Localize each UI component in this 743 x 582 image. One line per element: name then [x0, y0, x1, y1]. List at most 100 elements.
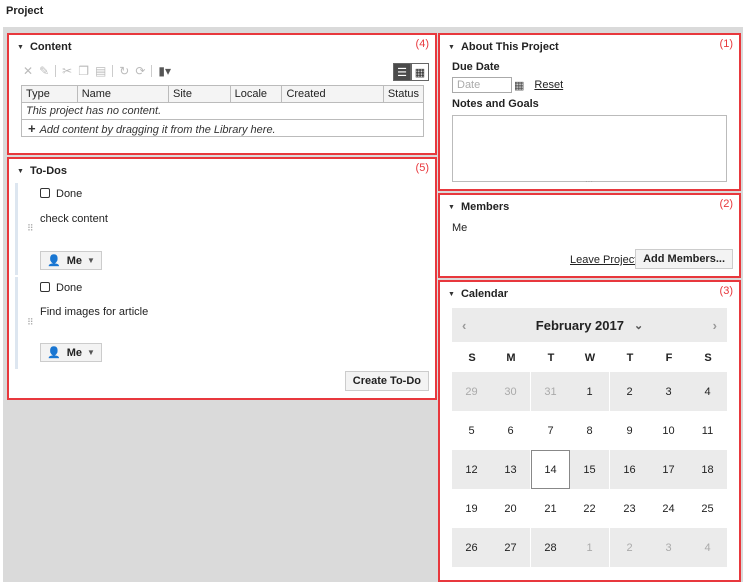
done-checkbox[interactable]: Done	[40, 282, 82, 294]
due-date-label: Due Date	[452, 61, 500, 73]
month-header: ‹ February 2017 ⌄ ›	[452, 308, 727, 342]
about-panel: ▼ About This Project (1) Due Date Date ▦…	[438, 33, 741, 191]
calendar-day[interactable]: 21	[531, 489, 570, 528]
chevron-down-icon: ▼	[86, 256, 95, 265]
resize-handle-icon[interactable]: ···	[585, 177, 593, 186]
calendar-day[interactable]: 15	[570, 450, 609, 489]
calendar-day[interactable]: 5	[452, 411, 491, 450]
new-content-icon[interactable]: ▮▾	[158, 64, 171, 78]
calendar-day[interactable]: 28	[531, 528, 570, 567]
collapse-caret-icon[interactable]: ▼	[448, 44, 455, 51]
calendar-day[interactable]: 6	[491, 411, 530, 450]
checkbox-icon[interactable]	[40, 188, 50, 198]
drag-handle-icon[interactable]: ⠿	[27, 317, 34, 328]
paste-icon[interactable]: ▤	[95, 64, 106, 78]
calendar-day[interactable]: 4	[688, 372, 727, 411]
calendar-day[interactable]: 23	[610, 489, 649, 528]
about-header[interactable]: ▼ About This Project	[442, 37, 737, 57]
calendar-day[interactable]: 30	[491, 372, 530, 411]
members-header[interactable]: ▼ Members	[442, 197, 737, 217]
copy-icon[interactable]: ❐	[78, 64, 89, 78]
column-header[interactable]: Name	[76, 85, 170, 103]
calendar-picker-icon[interactable]: ▦	[514, 79, 524, 92]
sync-all-icon[interactable]: ⟳	[135, 64, 145, 78]
collapse-caret-icon[interactable]: ▼	[448, 204, 455, 211]
calendar-day[interactable]: 13	[491, 450, 530, 489]
column-header[interactable]: Site	[168, 85, 231, 103]
grid-view-icon[interactable]: ▦	[411, 63, 429, 81]
calendar-day[interactable]: 17	[649, 450, 688, 489]
reset-link[interactable]: Reset	[534, 79, 563, 91]
calendar-day[interactable]: 8	[570, 411, 609, 450]
calendar-day[interactable]: 25	[688, 489, 727, 528]
calendar-day[interactable]: 3	[649, 372, 688, 411]
calendar-day[interactable]: 10	[649, 411, 688, 450]
todos-header[interactable]: ▼ To-Dos	[11, 161, 433, 181]
calendar-title: Calendar	[460, 288, 509, 300]
assignee-button[interactable]: 👤 Me ▼	[40, 343, 102, 362]
month-dropdown-icon[interactable]: ⌄	[634, 319, 643, 332]
list-view-icon[interactable]: ☰	[393, 63, 411, 81]
calendar-day[interactable]: 9	[610, 411, 649, 450]
calendar-day[interactable]: 29	[452, 372, 491, 411]
calendar-day[interactable]: 1	[570, 528, 609, 567]
plus-icon: +	[28, 120, 36, 136]
create-todo-button[interactable]: Create To-Do	[344, 371, 429, 391]
view-toggle: ☰ ▦	[393, 63, 429, 81]
calendar-day[interactable]: 26	[452, 528, 491, 567]
calendar-day[interactable]: 24	[649, 489, 688, 528]
member-item: Me	[452, 222, 468, 234]
collapse-caret-icon[interactable]: ▼	[17, 44, 24, 51]
calendar-day[interactable]: 14	[531, 450, 570, 489]
about-title: About This Project	[460, 41, 559, 53]
calendar-day[interactable]: 22	[570, 489, 609, 528]
checkbox-icon[interactable]	[40, 282, 50, 292]
calendar-day[interactable]: 18	[688, 450, 727, 489]
calendar-day[interactable]: 20	[491, 489, 530, 528]
column-header[interactable]: Type	[21, 85, 78, 103]
content-title: Content	[29, 41, 72, 53]
calendar-day[interactable]: 19	[452, 489, 491, 528]
prev-month-icon[interactable]: ‹	[462, 308, 466, 342]
calendar-day[interactable]: 11	[688, 411, 727, 450]
calendar-day[interactable]: 16	[610, 450, 649, 489]
month-label[interactable]: February 2017	[536, 318, 624, 333]
due-date-input[interactable]: Date	[452, 77, 512, 93]
calendar-day[interactable]: 3	[649, 528, 688, 567]
weekday-label: T	[626, 352, 634, 364]
calendar-day[interactable]: 31	[531, 372, 570, 411]
column-header[interactable]: Locale	[229, 85, 283, 103]
calendar-day[interactable]: 7	[531, 411, 570, 450]
todo-text[interactable]: check content	[40, 213, 108, 225]
edit-icon[interactable]: ✎	[39, 64, 49, 78]
calendar-day[interactable]: 1	[570, 372, 609, 411]
leave-project-link[interactable]: Leave Project	[570, 254, 637, 266]
table-row: + Add content by dragging it from the Lib…	[21, 119, 424, 137]
cut-icon[interactable]: ✂	[62, 64, 72, 78]
notes-textarea[interactable]	[452, 115, 727, 182]
collapse-caret-icon[interactable]: ▼	[448, 291, 455, 298]
add-members-button[interactable]: Add Members...	[635, 249, 733, 269]
calendar-day[interactable]: 12	[452, 450, 491, 489]
calendar-day[interactable]: 2	[610, 372, 649, 411]
empty-message: This project has no content.	[21, 102, 424, 120]
column-header[interactable]: Status	[382, 85, 425, 103]
sync-icon[interactable]: ↻	[119, 64, 129, 78]
next-month-icon[interactable]: ›	[713, 308, 717, 342]
remove-icon[interactable]: ✕	[23, 64, 33, 78]
about-tag: (1)	[719, 38, 733, 50]
content-header[interactable]: ▼ Content	[11, 37, 433, 57]
collapse-caret-icon[interactable]: ▼	[17, 168, 24, 175]
calendar-day[interactable]: 2	[610, 528, 649, 567]
assignee-button[interactable]: 👤 Me ▼	[40, 251, 102, 270]
content-table: Type Name Site Locale Created Status Thi…	[21, 85, 425, 137]
calendar-header[interactable]: ▼ Calendar	[442, 284, 737, 304]
column-header[interactable]: Created	[281, 85, 384, 103]
todo-text[interactable]: Find images for article	[40, 306, 148, 318]
done-checkbox[interactable]: Done	[40, 188, 82, 200]
calendar-day[interactable]: 4	[688, 528, 727, 567]
calendar-day[interactable]: 27	[491, 528, 530, 567]
weekday-label: S	[704, 352, 712, 364]
drag-handle-icon[interactable]: ⠿	[27, 223, 34, 234]
calendar-tag: (3)	[719, 285, 733, 297]
